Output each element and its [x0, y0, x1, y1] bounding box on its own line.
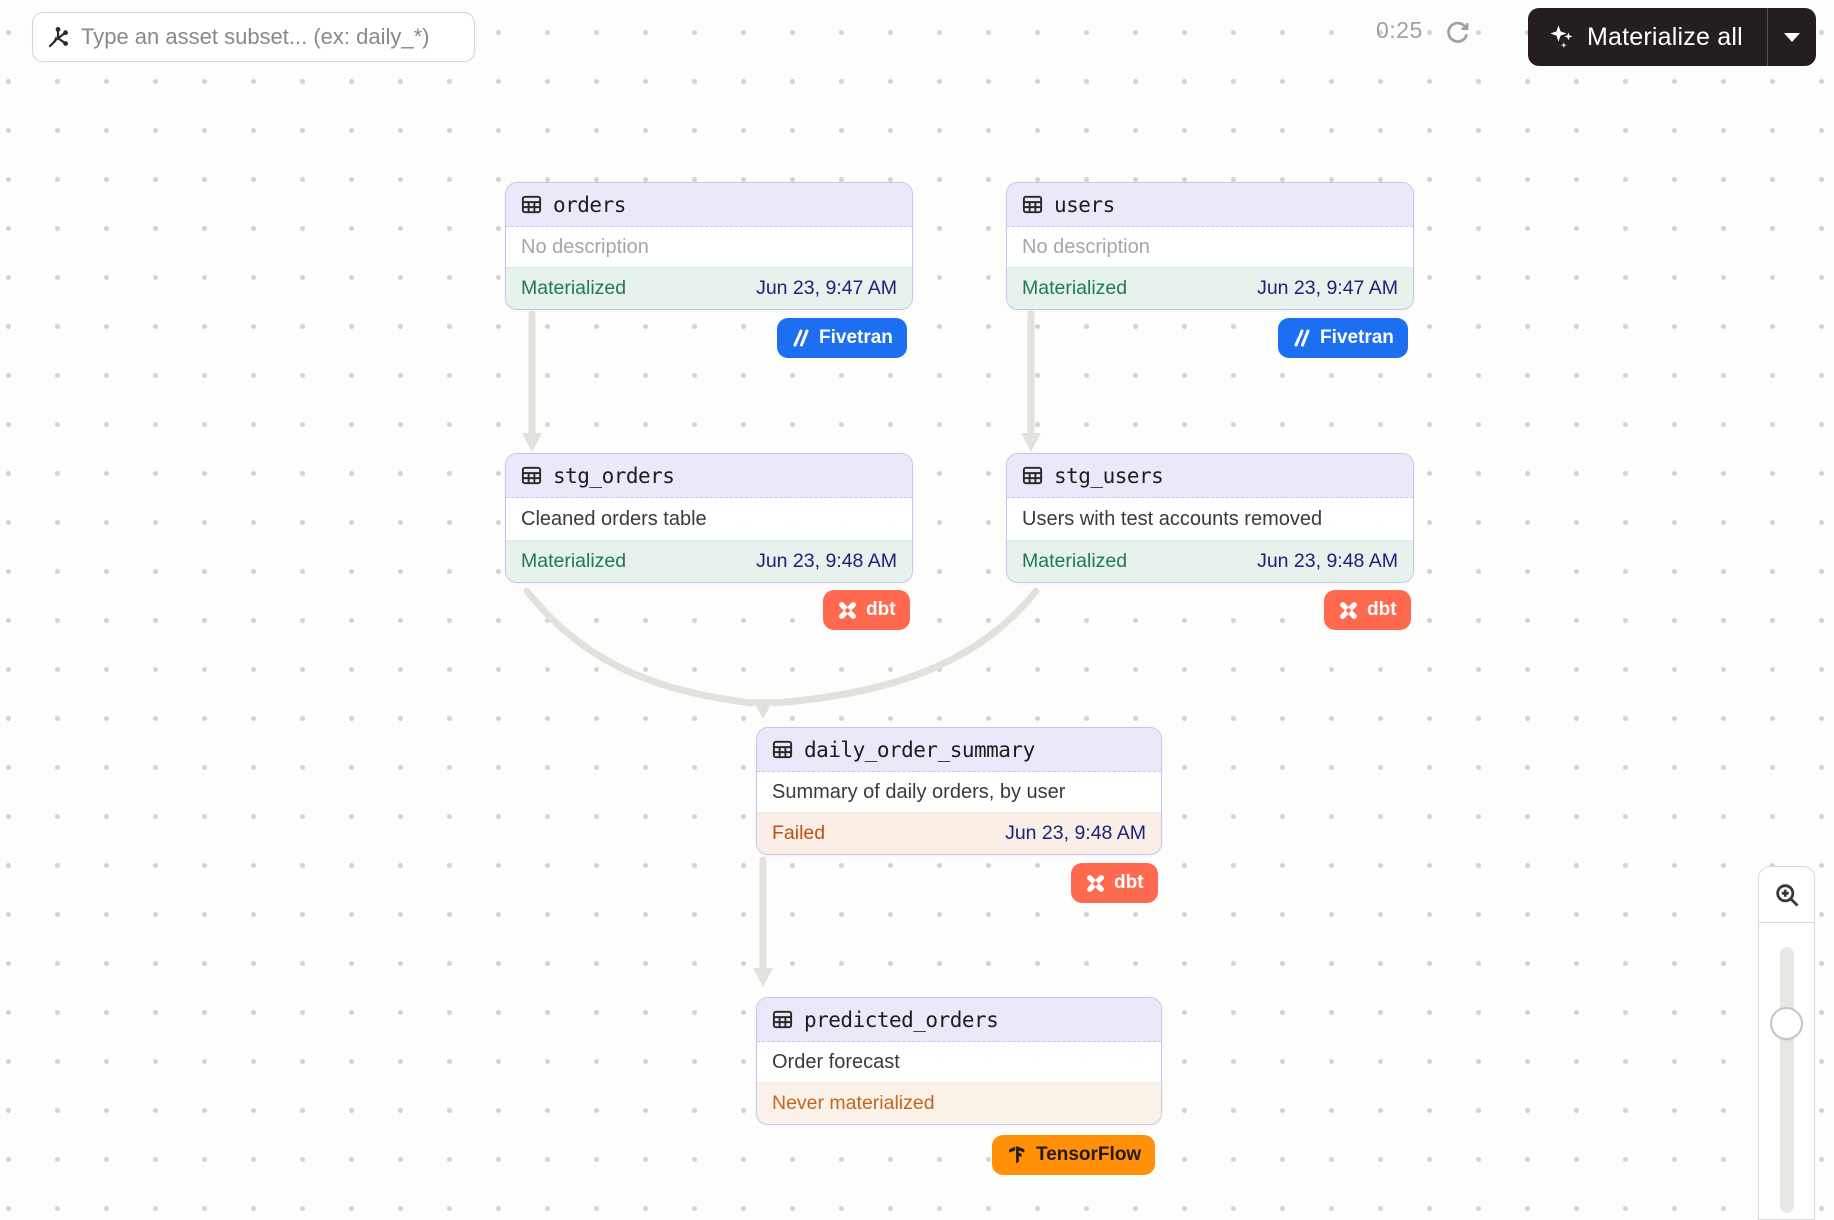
asset-description: Users with test accounts removed — [1007, 498, 1413, 540]
asset-search-input-wrap[interactable] — [32, 12, 475, 62]
status-badge: Failed — [772, 822, 825, 845]
asset-title: daily_order_summary — [804, 738, 1035, 762]
chevron-down-icon — [1784, 33, 1800, 42]
asset-title: stg_users — [1054, 464, 1163, 488]
asset-node-predicted-orders[interactable]: predicted_orders Order forecast Never ma… — [756, 997, 1162, 1125]
tensorflow-badge[interactable]: TensorFlow — [992, 1135, 1155, 1175]
materialization-timestamp[interactable]: Jun 23, 9:47 AM — [756, 277, 897, 300]
asset-title: orders — [553, 193, 626, 217]
status-badge: Materialized — [1022, 277, 1127, 300]
materialization-timestamp[interactable]: Jun 23, 9:48 AM — [1005, 822, 1146, 845]
dbt-badge[interactable]: dbt — [1324, 590, 1411, 630]
fivetran-badge[interactable]: Fivetran — [777, 318, 907, 358]
asset-description: Cleaned orders table — [506, 498, 912, 540]
zoom-slider-track[interactable] — [1780, 947, 1794, 1213]
badge-label: dbt — [866, 599, 896, 621]
asset-node-daily-order-summary[interactable]: daily_order_summary Summary of daily ord… — [756, 727, 1162, 855]
lineage-canvas[interactable]: 0:25 Materialize all orders No — [0, 0, 1834, 1220]
dbt-icon — [1085, 873, 1106, 894]
dbt-icon — [1338, 600, 1359, 621]
asset-description: No description — [1007, 227, 1413, 267]
zoom-in-icon — [1773, 881, 1801, 909]
asset-search-input[interactable] — [81, 24, 462, 50]
status-badge: Materialized — [521, 550, 626, 573]
table-icon — [771, 1008, 794, 1031]
badge-label: dbt — [1367, 599, 1397, 621]
asset-node-users[interactable]: users No description Materialized Jun 23… — [1006, 182, 1414, 310]
materialization-timestamp[interactable]: Jun 23, 9:48 AM — [756, 550, 897, 573]
asset-node-orders[interactable]: orders No description Materialized Jun 2… — [505, 182, 913, 310]
status-badge: Never materialized — [772, 1092, 935, 1115]
asset-description: Order forecast — [757, 1042, 1161, 1082]
materialization-timestamp[interactable]: Jun 23, 9:47 AM — [1257, 277, 1398, 300]
materialize-options-button[interactable] — [1768, 8, 1816, 66]
table-icon — [520, 464, 543, 487]
fivetran-icon — [791, 328, 811, 348]
asset-title: predicted_orders — [804, 1008, 998, 1032]
badge-label: Fivetran — [1320, 327, 1394, 349]
asset-title: users — [1054, 193, 1115, 217]
status-badge: Materialized — [521, 277, 626, 300]
asset-node-stg-users[interactable]: stg_users Users with test accounts remov… — [1006, 453, 1414, 583]
badge-label: Fivetran — [819, 327, 893, 349]
fivetran-icon — [1292, 328, 1312, 348]
asset-title: stg_orders — [553, 464, 674, 488]
asset-description: Summary of daily orders, by user — [757, 772, 1161, 812]
asset-node-stg-orders[interactable]: stg_orders Cleaned orders table Material… — [505, 453, 913, 583]
asset-description: No description — [506, 227, 912, 267]
refresh-icon[interactable] — [1444, 18, 1471, 50]
table-icon — [1021, 464, 1044, 487]
dbt-icon — [837, 600, 858, 621]
materialization-timestamp[interactable]: Jun 23, 9:48 AM — [1257, 550, 1398, 573]
zoom-in-button[interactable] — [1759, 867, 1814, 923]
fivetran-badge[interactable]: Fivetran — [1278, 318, 1408, 358]
asset-graph-icon — [45, 24, 71, 50]
zoom-control[interactable] — [1758, 866, 1815, 1220]
materialize-all-label: Materialize all — [1587, 23, 1743, 52]
table-icon — [1021, 193, 1044, 216]
materialize-all-button[interactable]: Materialize all — [1528, 8, 1816, 66]
badge-label: TensorFlow — [1036, 1144, 1141, 1166]
status-badge: Materialized — [1022, 550, 1127, 573]
refresh-timer: 0:25 — [1376, 17, 1423, 44]
dbt-badge[interactable]: dbt — [823, 590, 910, 630]
tensorflow-icon — [1006, 1144, 1028, 1166]
sparkles-icon — [1548, 23, 1576, 51]
table-icon — [771, 738, 794, 761]
dbt-badge[interactable]: dbt — [1071, 863, 1158, 903]
badge-label: dbt — [1114, 872, 1144, 894]
table-icon — [520, 193, 543, 216]
zoom-slider-thumb[interactable] — [1770, 1007, 1803, 1040]
